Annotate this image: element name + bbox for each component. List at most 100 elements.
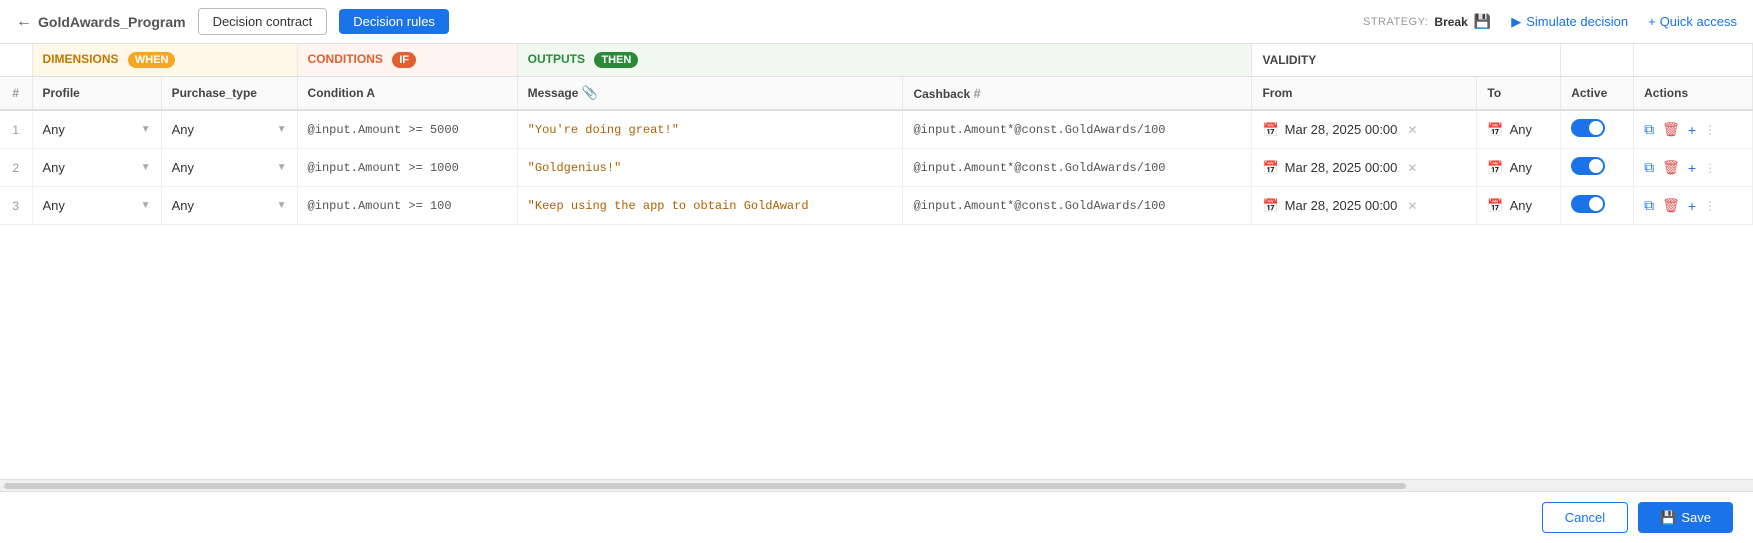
col-active: Active bbox=[1561, 77, 1634, 111]
group-actions-header bbox=[1634, 44, 1753, 77]
cell-to-1[interactable]: 📅 Any bbox=[1477, 149, 1561, 187]
strategy-value: Break bbox=[1434, 15, 1467, 29]
col-purchase-type: Purchase_type bbox=[161, 77, 297, 111]
cell-active-0[interactable] bbox=[1561, 110, 1634, 149]
cell-condition-a-0[interactable]: @input.Amount >= 5000 bbox=[297, 110, 517, 149]
save-label: Save bbox=[1681, 510, 1711, 525]
to-calendar-icon: 📅 bbox=[1487, 122, 1503, 138]
from-clear-icon[interactable]: ✕ bbox=[1407, 123, 1417, 137]
export-icon[interactable]: 💾 bbox=[1474, 13, 1491, 30]
cancel-button[interactable]: Cancel bbox=[1542, 502, 1628, 533]
cell-cashback-2[interactable]: @input.Amount*@const.GoldAwards/100 bbox=[903, 187, 1252, 225]
active-toggle-0[interactable] bbox=[1571, 119, 1605, 137]
cell-active-2[interactable] bbox=[1561, 187, 1634, 225]
delete-icon-2[interactable]: 🗑 bbox=[1662, 197, 1680, 214]
header-right: STRATEGY: Break 💾 ▶ Simulate decision + … bbox=[1363, 13, 1737, 30]
active-toggle-1[interactable] bbox=[1571, 157, 1605, 175]
group-validity-header: VALIDITY bbox=[1252, 44, 1561, 77]
drag-handle-1[interactable]: ⋮ bbox=[1704, 161, 1716, 175]
add-row-icon-1[interactable]: + bbox=[1688, 160, 1696, 176]
profile-value: Any bbox=[43, 122, 65, 137]
profile-value: Any bbox=[43, 160, 65, 175]
simulate-label: Simulate decision bbox=[1526, 14, 1628, 29]
cell-message-1[interactable]: "Goldgenius!" bbox=[517, 149, 903, 187]
copy-icon-1[interactable]: ⧉ bbox=[1644, 159, 1654, 176]
group-dimensions-header: DIMENSIONS WHEN bbox=[32, 44, 297, 77]
hash-icon: # bbox=[974, 86, 981, 101]
col-from: From bbox=[1252, 77, 1477, 111]
cell-active-1[interactable] bbox=[1561, 149, 1634, 187]
cell-condition-a-1[interactable]: @input.Amount >= 1000 bbox=[297, 149, 517, 187]
when-badge: WHEN bbox=[128, 52, 176, 68]
cell-purchase-type-0[interactable]: Any ▼ bbox=[161, 110, 297, 149]
cell-profile-0[interactable]: Any ▼ bbox=[32, 110, 161, 149]
simulate-button[interactable]: ▶ Simulate decision bbox=[1511, 14, 1628, 30]
cell-from-0[interactable]: 📅 Mar 28, 2025 00:00 ✕ bbox=[1252, 110, 1477, 149]
cell-profile-1[interactable]: Any ▼ bbox=[32, 149, 161, 187]
strategy-label-text: STRATEGY: bbox=[1363, 16, 1428, 28]
cell-num-1: 2 bbox=[0, 149, 32, 187]
toggle-track bbox=[1571, 119, 1605, 137]
cell-cashback-1[interactable]: @input.Amount*@const.GoldAwards/100 bbox=[903, 149, 1252, 187]
cell-profile-2[interactable]: Any ▼ bbox=[32, 187, 161, 225]
drag-handle-0[interactable]: ⋮ bbox=[1704, 123, 1716, 137]
play-icon: ▶ bbox=[1511, 14, 1521, 30]
active-toggle-2[interactable] bbox=[1571, 195, 1605, 213]
cell-condition-a-2[interactable]: @input.Amount >= 100 bbox=[297, 187, 517, 225]
cell-num-0: 1 bbox=[0, 110, 32, 149]
copy-icon-2[interactable]: ⧉ bbox=[1644, 197, 1654, 214]
group-header-row: DIMENSIONS WHEN CONDITIONS IF OUTPUTS TH… bbox=[0, 44, 1753, 77]
scrollbar-thumb[interactable] bbox=[4, 483, 1406, 489]
plus-icon: + bbox=[1648, 14, 1656, 29]
cell-to-0[interactable]: 📅 Any bbox=[1477, 110, 1561, 149]
cell-from-1[interactable]: 📅 Mar 28, 2025 00:00 ✕ bbox=[1252, 149, 1477, 187]
cell-cashback-0[interactable]: @input.Amount*@const.GoldAwards/100 bbox=[903, 110, 1252, 149]
horizontal-scrollbar[interactable] bbox=[0, 479, 1753, 491]
save-button[interactable]: 💾 Save bbox=[1638, 502, 1733, 533]
paperclip-icon: 📎 bbox=[582, 85, 598, 100]
from-value: Mar 28, 2025 00:00 bbox=[1285, 160, 1398, 175]
drag-handle-2[interactable]: ⋮ bbox=[1704, 199, 1716, 213]
delete-icon-0[interactable]: 🗑 bbox=[1662, 121, 1680, 138]
strategy-info: STRATEGY: Break 💾 bbox=[1363, 13, 1491, 30]
col-num: # bbox=[0, 77, 32, 111]
purchase-type-dropdown-arrow: ▼ bbox=[277, 124, 287, 135]
quick-access-button[interactable]: + Quick access bbox=[1648, 14, 1737, 29]
cell-purchase-type-2[interactable]: Any ▼ bbox=[161, 187, 297, 225]
add-row-icon-2[interactable]: + bbox=[1688, 198, 1696, 214]
dimensions-label: DIMENSIONS bbox=[43, 52, 119, 66]
from-value: Mar 28, 2025 00:00 bbox=[1285, 198, 1398, 213]
if-badge: IF bbox=[392, 52, 416, 68]
purchase-type-dropdown-arrow: ▼ bbox=[277, 200, 287, 211]
cell-message-2[interactable]: "Keep using the app to obtain GoldAward bbox=[517, 187, 903, 225]
profile-dropdown-arrow: ▼ bbox=[141, 124, 151, 135]
cell-to-2[interactable]: 📅 Any bbox=[1477, 187, 1561, 225]
toggle-track bbox=[1571, 157, 1605, 175]
to-calendar-icon: 📅 bbox=[1487, 198, 1503, 214]
cell-message-0[interactable]: "You're doing great!" bbox=[517, 110, 903, 149]
decision-rules-button[interactable]: Decision rules bbox=[339, 9, 449, 34]
purchase-type-value: Any bbox=[172, 198, 194, 213]
validity-label: VALIDITY bbox=[1262, 53, 1316, 67]
quick-access-label: Quick access bbox=[1660, 14, 1737, 29]
delete-icon-1[interactable]: 🗑 bbox=[1662, 159, 1680, 176]
cell-from-2[interactable]: 📅 Mar 28, 2025 00:00 ✕ bbox=[1252, 187, 1477, 225]
copy-icon-0[interactable]: ⧉ bbox=[1644, 121, 1654, 138]
table-row: 2 Any ▼ Any ▼ @input.Amount >= 1000 "Gol… bbox=[0, 149, 1753, 187]
from-clear-icon[interactable]: ✕ bbox=[1407, 199, 1417, 213]
profile-dropdown-arrow: ▼ bbox=[141, 200, 151, 211]
add-row-icon-0[interactable]: + bbox=[1688, 122, 1696, 138]
to-value: Any bbox=[1510, 198, 1532, 213]
toggle-thumb bbox=[1589, 121, 1603, 135]
group-active-header bbox=[1561, 44, 1634, 77]
action-icons-1: ⧉ 🗑 + ⋮ bbox=[1644, 159, 1742, 176]
action-icons-0: ⧉ 🗑 + ⋮ bbox=[1644, 121, 1742, 138]
back-button[interactable]: ← GoldAwards_Program bbox=[16, 13, 186, 31]
save-icon: 💾 bbox=[1660, 510, 1676, 526]
to-value: Any bbox=[1510, 160, 1532, 175]
from-clear-icon[interactable]: ✕ bbox=[1407, 161, 1417, 175]
col-condition-a: Condition A bbox=[297, 77, 517, 111]
decision-contract-button[interactable]: Decision contract bbox=[198, 8, 328, 35]
toggle-track bbox=[1571, 195, 1605, 213]
cell-purchase-type-1[interactable]: Any ▼ bbox=[161, 149, 297, 187]
